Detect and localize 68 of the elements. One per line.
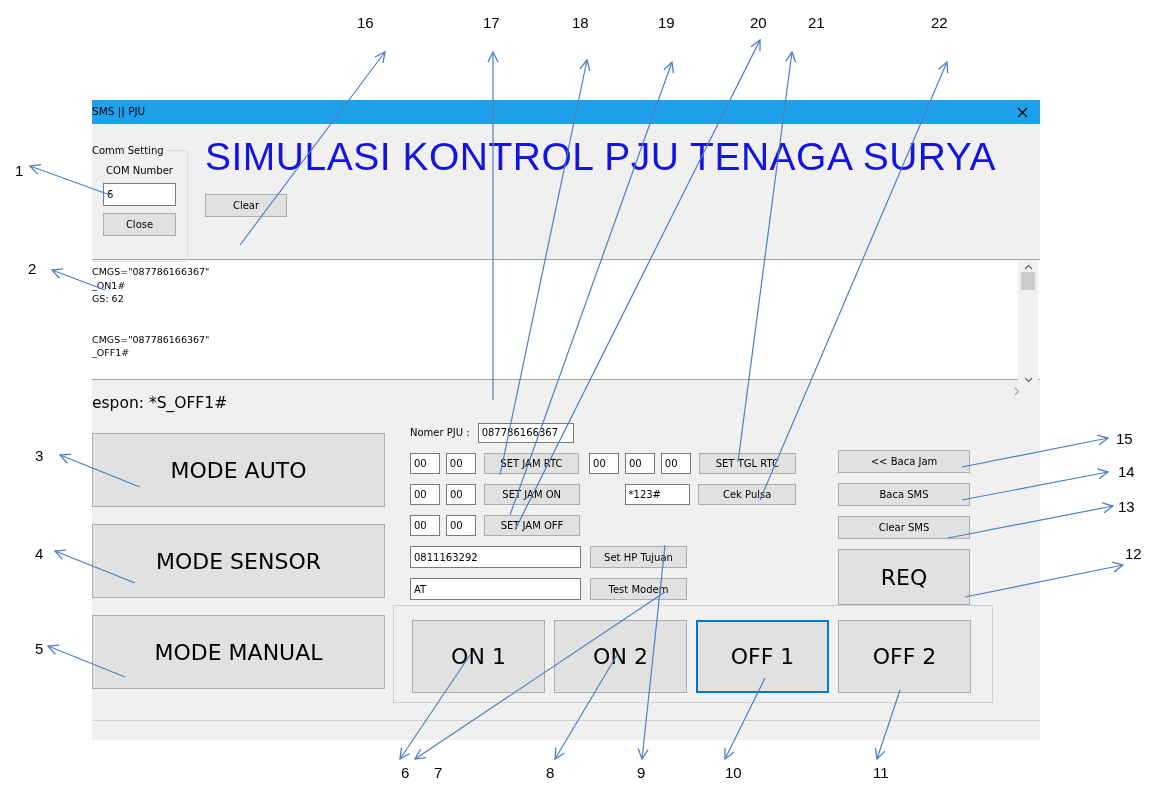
log-line: GS: 62 — [92, 292, 125, 306]
text-field[interactable]: 087786166367 — [477, 422, 574, 443]
callout-number: 15 — [1116, 429, 1133, 449]
text-field[interactable]: 0811163292 — [410, 546, 581, 568]
text-field[interactable]: 00 — [589, 453, 619, 474]
callout-number: 13 — [1118, 497, 1135, 517]
callout-number: 21 — [808, 13, 825, 33]
button[interactable]: ON 1 — [412, 620, 545, 693]
callout-number: 12 — [1125, 544, 1142, 564]
text-field[interactable]: AT — [410, 578, 581, 600]
callout-number: 9 — [637, 763, 646, 783]
button[interactable]: MODE AUTO — [92, 433, 385, 507]
callout-number: 11 — [873, 763, 889, 783]
button[interactable]: Test Modem — [590, 578, 687, 600]
button[interactable]: OFF 2 — [838, 620, 971, 693]
text-field[interactable]: 00 — [446, 515, 476, 536]
callout-number: 2 — [28, 259, 37, 279]
text-field[interactable]: 00 — [624, 453, 655, 474]
text-field[interactable]: 6 — [103, 183, 176, 206]
text-field[interactable]: *123# — [624, 484, 691, 505]
log-line: CMGS="087786166367" — [92, 265, 211, 279]
callout-number: 20 — [750, 13, 767, 33]
button[interactable]: << Baca Jam — [838, 450, 970, 473]
field-label: Nomer PJU : — [410, 426, 470, 440]
button[interactable]: REQ — [838, 549, 970, 605]
text-field[interactable]: 00 — [410, 515, 440, 536]
callout-number: 1 — [15, 161, 24, 181]
text-field[interactable]: 00 — [660, 453, 691, 474]
button[interactable]: Clear — [205, 193, 287, 217]
button[interactable]: ON 2 — [554, 620, 687, 693]
button[interactable]: MODE SENSOR — [92, 524, 385, 598]
callout-number: 19 — [658, 13, 675, 33]
field-label: COM Number — [106, 164, 173, 178]
button[interactable]: SET TGL RTC — [698, 453, 797, 474]
button[interactable]: Cek Pulsa — [698, 484, 796, 505]
callout-number: 16 — [357, 13, 374, 33]
close-icon[interactable] — [1017, 106, 1028, 118]
scroll-down-icon[interactable] — [1023, 376, 1033, 383]
callout-number: 10 — [725, 763, 742, 783]
button[interactable]: MODE MANUAL — [92, 615, 385, 689]
callout-arrow — [874, 689, 901, 760]
text-field[interactable]: 00 — [410, 453, 440, 474]
button[interactable]: Baca SMS — [838, 483, 970, 506]
callout-number: 7 — [434, 763, 443, 783]
callout-number: 3 — [35, 446, 44, 466]
log-line: _ON1# — [92, 278, 127, 292]
callout-number: 22 — [931, 13, 948, 33]
callout-number: 6 — [401, 763, 410, 783]
callout-number: 8 — [546, 763, 555, 783]
group-title: Comm Setting — [92, 143, 167, 158]
text-field[interactable]: 00 — [410, 484, 440, 505]
callout-number: 5 — [35, 639, 44, 659]
scroll-up-icon[interactable] — [1023, 264, 1033, 270]
window-title: SMS || PJU — [92, 104, 146, 120]
scrollbar-thumb[interactable] — [1021, 272, 1035, 290]
text-field[interactable]: 00 — [445, 484, 476, 505]
text-field[interactable]: 00 — [445, 453, 476, 474]
callout-number: 17 — [483, 13, 500, 33]
button[interactable]: Set HP Tujuan — [590, 546, 687, 568]
response-text: espon: *S_OFF1# — [92, 393, 229, 414]
callout-number: 4 — [35, 544, 44, 564]
log-line: CMGS="087786166367" — [92, 332, 211, 346]
log-line: _OFF1# — [92, 346, 131, 360]
callout-number: 14 — [1118, 462, 1135, 482]
button[interactable]: Clear SMS — [838, 516, 970, 539]
callout-number: 18 — [572, 13, 589, 33]
button[interactable]: OFF 1 — [696, 620, 829, 693]
button[interactable]: Close — [103, 213, 176, 236]
